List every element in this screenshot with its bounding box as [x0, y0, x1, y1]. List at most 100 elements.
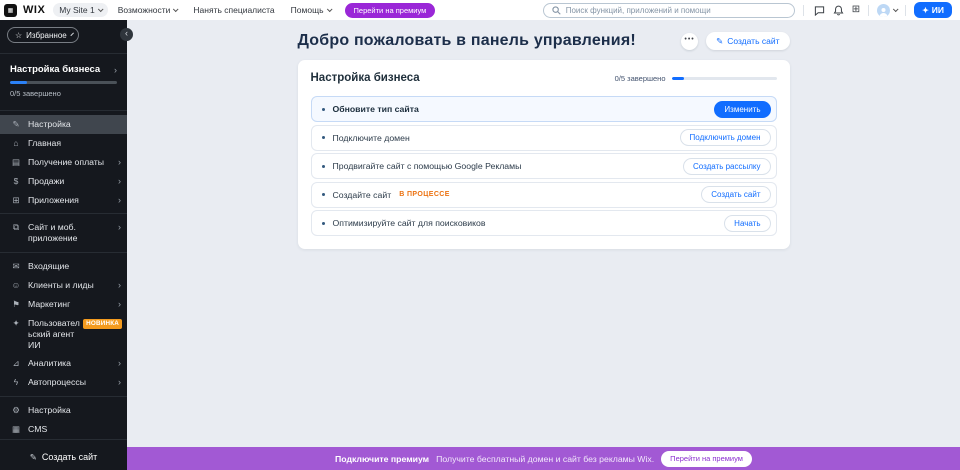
sidebar-item[interactable]: ☺ Клиенты и лиды › [0, 276, 127, 295]
sidebar-item[interactable]: ⧉ Сайт и моб. приложение › [0, 218, 127, 248]
create-site-button-label: Создать сайт [727, 36, 779, 46]
wix-logo[interactable]: ▦ WIX [4, 4, 45, 17]
ai-button-label: ИИ [932, 5, 944, 15]
home-icon: ⌂ [10, 138, 22, 148]
task-action-button[interactable]: Подключить домен [680, 129, 771, 146]
sidebar-item-label: Клиенты и лиды [28, 280, 107, 291]
analytics-icon: ⊿ [10, 358, 22, 368]
sidebar-create-site-button[interactable]: ✎ Создать сайт [0, 444, 127, 470]
settings-icon: ⚙ [10, 405, 22, 415]
sidebar-item[interactable]: ✎ Настройка [0, 115, 127, 134]
sidebar-item[interactable]: ✦ Пользовательский агент ИИ НОВИНКА [0, 314, 127, 355]
chat-icon[interactable] [814, 5, 825, 16]
banner-title: Подключите премиум [335, 454, 429, 464]
inbox-icon: ✉ [10, 261, 22, 271]
chevron-right-icon: › [113, 157, 121, 167]
sidebar-item-label: Главная [28, 138, 121, 149]
apps-icon: ⊞ [10, 195, 22, 205]
sidebar-item[interactable]: ⚑ Маркетинг › [0, 295, 127, 314]
premium-banner: Подключите премиум Получите бесплатный д… [127, 447, 960, 470]
new-badge: НОВИНКА [83, 319, 122, 329]
sidebar-item[interactable]: ▦ CMS [0, 420, 127, 435]
task-row[interactable]: Обновите тип сайта Изменить [311, 96, 777, 122]
card-header: Настройка бизнеса 0/5 завершено [311, 72, 777, 84]
sidebar-item-label: CMS [28, 424, 121, 435]
sidebar-item[interactable]: ✉ Входящие [0, 257, 127, 276]
page-title: Добро пожаловать в панель управления! [298, 32, 636, 50]
task-row[interactable]: Продвигайте сайт с помощью Google Реклам… [311, 153, 777, 179]
task-action-button[interactable]: Изменить [714, 101, 770, 118]
task-label: Подключите домен [333, 133, 410, 143]
sidebar-item-label: Пользовательский агент ИИ [28, 318, 80, 351]
star-icon: ☆ [15, 31, 22, 40]
more-options-button[interactable]: ••• [681, 33, 698, 50]
task-label: Продвигайте сайт с помощью Google Реклам… [333, 161, 522, 171]
top-nav-item[interactable]: Возможности [112, 3, 184, 17]
wix-wordmark: WIX [23, 4, 45, 16]
divider [868, 5, 869, 16]
wix-logo-tile-icon: ▦ [4, 4, 17, 17]
top-nav-item[interactable]: Помощь [285, 3, 337, 17]
create-site-button[interactable]: ✎ Создать сайт [706, 32, 789, 50]
sidebar-bottom: ✎ Создать сайт [0, 435, 127, 470]
task-action-button[interactable]: Создать рассылку [683, 158, 771, 175]
sidebar-item-label: Автопроцессы [28, 377, 107, 388]
task-action-button[interactable]: Создать сайт [701, 186, 770, 203]
chevron-down-icon [98, 6, 104, 12]
top-nav-item[interactable]: Нанять специалиста [187, 3, 280, 17]
sidebar-item-label: Настройка [28, 405, 121, 416]
card-progress-fill [672, 77, 685, 80]
top-nav-item-label: Нанять специалиста [193, 5, 274, 15]
sidebar-item-label: Входящие [28, 261, 121, 272]
notifications-bell-icon[interactable] [833, 5, 844, 16]
sidebar-item[interactable]: ϟ Автопроцессы › [0, 373, 127, 392]
task-label: Создайте сайт [333, 190, 392, 200]
chevron-right-icon: › [113, 280, 121, 290]
banner-premium-button[interactable]: Перейти на премиум [661, 451, 752, 467]
apps-grid-icon[interactable]: ⊞ [852, 5, 860, 15]
search-bar[interactable] [543, 3, 795, 18]
chevron-down-icon [70, 33, 74, 37]
site-mobile-icon: ⧉ [10, 222, 22, 232]
go-premium-button[interactable]: Перейти на премиум [345, 3, 436, 18]
account-menu[interactable] [877, 4, 897, 17]
task-row[interactable]: Подключите домен Подключить домен [311, 125, 777, 151]
sidebar-item-label: Получение оплаты [28, 157, 107, 168]
card-progress: 0/5 завершено [615, 74, 777, 83]
welcome-header: Добро пожаловать в панель управления! ••… [298, 32, 790, 50]
sidebar-item[interactable]: ⊿ Аналитика › [0, 354, 127, 373]
divider [0, 53, 127, 54]
sales-icon: $ [10, 176, 22, 186]
favorites-dropdown[interactable]: ☆ Избранное [7, 27, 79, 43]
sidebar-item[interactable]: ⊞ Приложения › [0, 191, 127, 210]
favorites-label: Избранное [26, 31, 67, 40]
pencil-icon: ✎ [716, 36, 723, 47]
setup-icon: ✎ [10, 119, 22, 129]
ai-assistant-button[interactable]: ✦ ИИ [914, 2, 952, 18]
sidebar-item[interactable]: ⚙ Настройка [0, 401, 127, 420]
sidebar-create-site-label: Создать сайт [42, 452, 97, 462]
task-action-button[interactable]: Начать [724, 215, 770, 232]
sidebar-setup-header[interactable]: Настройка бизнеса › [10, 64, 117, 75]
sidebar-item[interactable]: $ Продажи › [0, 172, 127, 191]
top-nav-item-label: My Site 1 [59, 5, 94, 15]
top-nav-item[interactable]: My Site 1 [53, 3, 107, 17]
sidebar-progress-fill [10, 81, 27, 84]
sidebar-item[interactable]: ▤ Получение оплаты › [0, 153, 127, 172]
task-row[interactable]: Оптимизируйте сайт для поисковиков Начат… [311, 210, 777, 236]
sidebar-menu: ✎ Настройка ⌂ Главная ▤ Получение оплаты [0, 115, 127, 435]
divider [0, 439, 127, 440]
chevron-down-icon [326, 6, 332, 12]
sidebar-item-label: Настройка [28, 119, 121, 130]
card-title: Настройка бизнеса [311, 72, 420, 84]
task-row[interactable]: Создайте сайт В ПРОЦЕССЕ Создать сайт [311, 182, 777, 208]
marketing-icon: ⚑ [10, 299, 22, 309]
cms-icon: ▦ [10, 424, 22, 434]
chevron-down-icon [893, 6, 899, 12]
task-list: Обновите тип сайта Изменить Подключите д… [311, 96, 777, 236]
sidebar-collapse-button[interactable]: ‹ [120, 28, 133, 41]
sidebar-item[interactable]: ⌂ Главная [0, 134, 127, 153]
top-nav-item-label: Возможности [118, 5, 171, 15]
search-input[interactable] [566, 6, 786, 15]
chevron-right-icon: › [113, 299, 121, 309]
